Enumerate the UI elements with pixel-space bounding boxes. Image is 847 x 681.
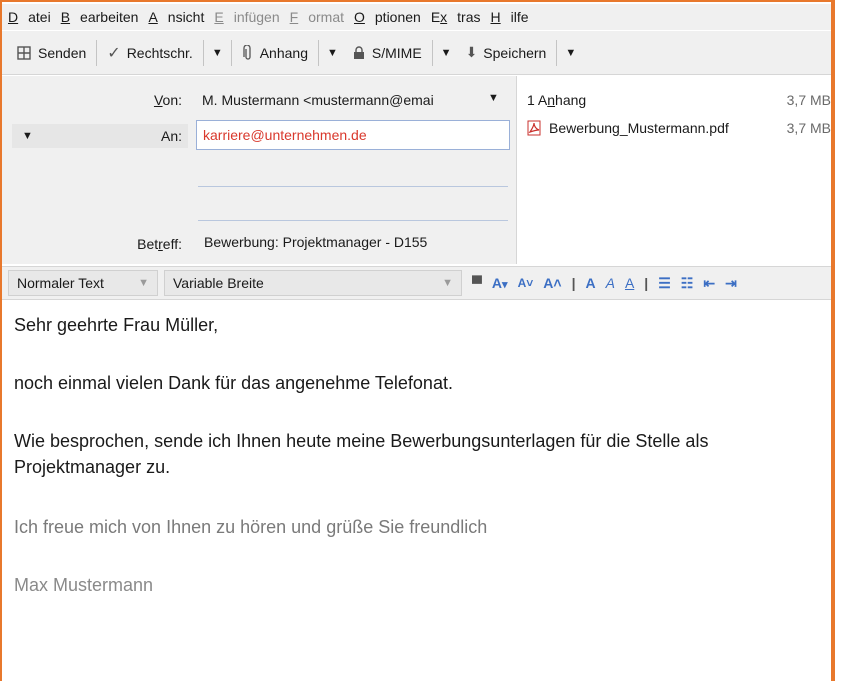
body-paragraph: Wie besprochen, sende ich Ihnen heute me…	[14, 431, 709, 477]
chevron-down-icon: ▼	[22, 130, 33, 142]
from-select[interactable]: M. Mustermann <mustermann@emai	[202, 92, 506, 108]
bold-icon[interactable]: A	[585, 275, 595, 291]
attachment-filename: Bewerbung_Mustermann.pdf	[549, 120, 729, 136]
compose-toolbar: Senden ✓ Rechtschr. ▼ Anhang ▼ S/MIME ▼ …	[2, 31, 831, 75]
attach-button[interactable]: Anhang	[234, 44, 316, 61]
italic-icon[interactable]: A	[606, 275, 615, 291]
menu-format[interactable]: Format	[290, 9, 344, 25]
to-field[interactable]: karriere@unternehmen.de	[196, 120, 510, 150]
spellcheck-button[interactable]: ✓ Rechtschr.	[99, 43, 201, 63]
greeting-line: Sehr geehrte Frau Müller,	[14, 315, 219, 335]
attachment-size: 3,7 MB	[786, 120, 831, 136]
numbered-list-icon[interactable]: ☷	[681, 275, 694, 292]
chevron-down-icon: ▼	[138, 277, 149, 289]
increase-font-size-icon[interactable]: A˄	[543, 275, 561, 291]
font-select[interactable]: Variable Breite ▼	[164, 270, 462, 296]
pdf-icon	[527, 120, 541, 136]
menu-ansicht[interactable]: Ansicht	[148, 9, 204, 25]
from-label: Von:	[153, 92, 182, 108]
lock-icon	[353, 45, 364, 59]
menu-optionen[interactable]: Optionen	[354, 9, 421, 25]
decrease-font-size-icon[interactable]: A˅	[518, 276, 534, 290]
send-button[interactable]: Senden	[8, 45, 94, 61]
download-arrow-icon: ⬇	[465, 44, 478, 60]
toolbar-separator	[96, 39, 98, 66]
menu-einfuegen[interactable]: Einfügen	[214, 9, 279, 25]
menu-extras[interactable]: Ex tras	[431, 9, 481, 25]
text-color-icon[interactable]: ▀	[472, 275, 482, 291]
subject-label: Betreff:	[137, 236, 182, 252]
chevron-down-icon: ▼	[442, 277, 453, 289]
paragraph-style-select[interactable]: Normaler Text ▼	[8, 270, 158, 296]
menu-datei[interactable]: Datei	[8, 9, 51, 25]
attachment-item[interactable]: Bewerbung_Mustermann.pdf 3,7 MB	[527, 120, 831, 136]
attachment-count: 1 Anhang	[527, 92, 587, 108]
chevron-down-icon: ▼	[440, 46, 452, 59]
empty-recipient-row[interactable]	[198, 220, 508, 221]
chevron-down-icon[interactable]: ▼	[488, 92, 499, 104]
checkmark-icon: ✓	[107, 44, 121, 62]
address-header: Von: M. Mustermann <mustermann@emai ▼ ▼ …	[2, 76, 831, 264]
outdent-icon[interactable]: ⇤	[703, 275, 715, 292]
compose-window: Datei Bearbeiten Ansicht Einfügen Format…	[0, 0, 835, 681]
underline-icon[interactable]: A	[625, 275, 634, 291]
to-label: An:	[160, 128, 182, 144]
menu-bar: Datei Bearbeiten Ansicht Einfügen Format…	[2, 4, 831, 30]
signature-line: Max Mustermann	[14, 575, 154, 595]
format-icons: ▀ A▾ A˅ A˄ | A A A | ☰ ☷ ⇤ ⇥	[472, 274, 737, 292]
attachment-total-size: 3,7 MB	[786, 92, 831, 108]
chevron-down-icon: ▼	[327, 46, 338, 59]
attach-dropdown-button[interactable]: ▼	[321, 47, 344, 59]
spellcheck-dropdown-button[interactable]: ▼	[206, 47, 229, 59]
bullet-list-icon[interactable]: ☰	[658, 275, 671, 292]
smime-button[interactable]: S/MIME	[344, 45, 430, 61]
save-dropdown-button[interactable]: ▼	[559, 47, 582, 59]
menu-bearbeiten[interactable]: Bearbeiten	[61, 9, 139, 25]
subject-field[interactable]: Bewerbung: Projektmanager - D155	[196, 228, 510, 258]
bottom-fade	[2, 591, 831, 681]
smime-dropdown-button[interactable]: ▼	[435, 47, 458, 59]
attachment-header[interactable]: 1 Anhang 3,7 MB	[527, 92, 831, 108]
paperclip-icon	[243, 44, 251, 60]
indent-icon[interactable]: ⇥	[725, 275, 737, 292]
closing-line: Ich freue mich von Ihnen zu hören und gr…	[14, 517, 488, 537]
font-size-icon[interactable]: A▾	[492, 275, 508, 291]
save-button[interactable]: ⬇ Speichern	[458, 44, 555, 61]
attachment-pane: 1 Anhang 3,7 MB Bewerbung_Mustermann.pdf…	[516, 76, 831, 264]
empty-recipient-row[interactable]	[198, 186, 508, 187]
chevron-down-icon: ▼	[565, 46, 577, 59]
body-line: noch einmal vielen Dank für das angenehm…	[14, 373, 453, 393]
send-icon	[17, 45, 31, 60]
menu-hilfe[interactable]: Hilfe	[491, 9, 529, 25]
format-toolbar: Normaler Text ▼ Variable Breite ▼ ▀ A▾ A…	[2, 266, 831, 300]
chevron-down-icon: ▼	[211, 46, 223, 59]
